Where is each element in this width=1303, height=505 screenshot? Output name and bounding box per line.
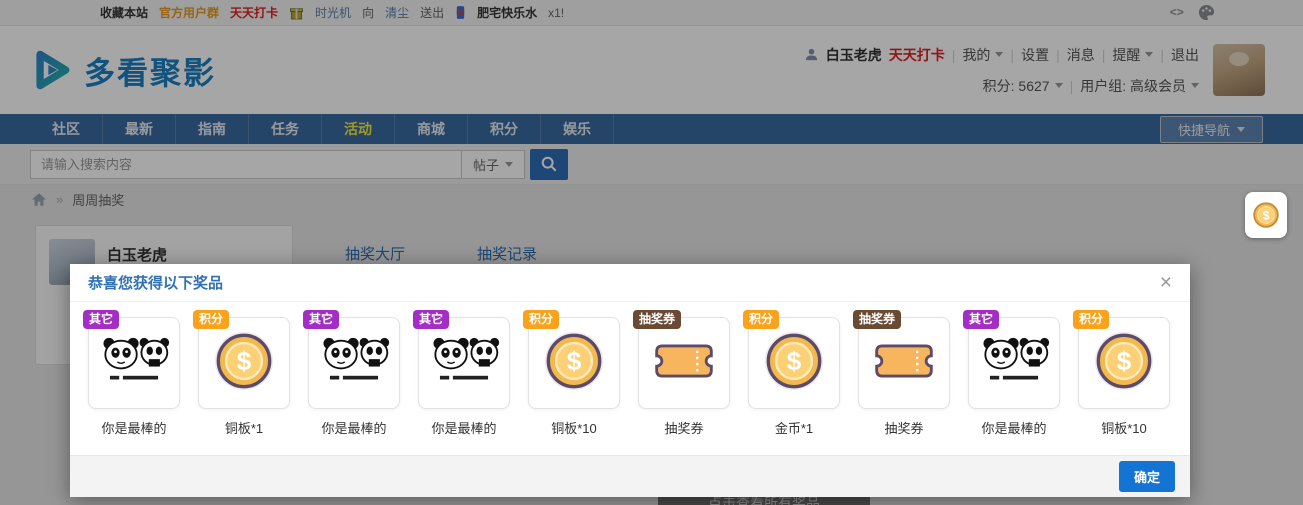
prize-modal: 恭喜您获得以下奖品 × 其它 你是最棒的 积分 $ 铜板*1 其它 你是最棒的 其它 你是最棒的… [70,264,1190,497]
prize-image-box: 其它 [963,310,1060,409]
modal-title: 恭喜您获得以下奖品 [88,275,224,292]
prize-card: 积分 $ 铜板*1 [193,310,290,437]
prize-category-badge: 抽奖券 [853,310,902,329]
svg-text:$: $ [237,346,252,376]
prize-category-badge: 其它 [413,310,450,329]
prize-card: 其它你是最棒的 [963,310,1060,437]
panda-meme-icon [97,332,171,394]
prize-image-box: 其它 [413,310,510,409]
prize-card: 积分 $ 金币*1 [743,310,840,437]
prize-category-badge: 其它 [963,310,1000,329]
prize-image-box: 其它 [83,310,180,409]
prize-image-box: 积分 $ [523,310,620,409]
confirm-button[interactable]: 确定 [1118,461,1175,492]
svg-text:$: $ [1263,208,1270,222]
gold-coin-icon: $ [543,330,605,397]
prize-card: 积分 $ 铜板*10 [1073,310,1170,437]
prize-category-badge: 积分 [1073,310,1110,329]
svg-text:$: $ [787,346,802,376]
prize-card: 其它你是最棒的 [83,310,180,437]
page: 收藏本站 官方用户群 天天打卡 时光机向清尘 送出 肥宅快乐水 x1! <> 多看聚影 白玉… [0,0,1303,505]
prize-category-badge: 其它 [83,310,120,329]
prize-label: 你是最棒的 [321,421,387,436]
prize-label: 你是最棒的 [431,421,497,436]
modal-header: 恭喜您获得以下奖品 × [70,264,1190,302]
prize-label: 抽奖券 [884,421,924,436]
panda-meme-icon [977,332,1051,394]
floating-coin-button[interactable]: $ [1245,192,1287,238]
prize-card: 积分 $ 铜板*10 [523,310,620,437]
svg-text:$: $ [567,346,582,376]
prize-category-badge: 积分 [743,310,780,329]
gold-coin-icon: $ [213,330,275,397]
prize-card: 抽奖券 抽奖券 [853,310,950,437]
prize-label: 铜板*10 [1101,421,1147,436]
gold-coin-icon: $ [1093,330,1155,397]
prize-label: 抽奖券 [664,421,704,436]
panda-meme-icon [427,332,501,394]
panda-meme-icon [317,332,391,394]
gold-coin-icon: $ [763,330,825,397]
lottery-ticket-icon [871,336,937,391]
prize-image-box: 积分 $ [1073,310,1170,409]
prize-label: 你是最棒的 [981,421,1047,436]
prize-card: 抽奖券 抽奖券 [633,310,730,437]
prize-label: 你是最棒的 [101,421,167,436]
prize-category-badge: 积分 [193,310,230,329]
prize-list: 其它 你是最棒的 积分 $ 铜板*1 其它 你是最棒的 其它 你是最棒的 积分 $ 铜板*10 抽奖券抽… [70,302,1190,437]
prize-category-badge: 积分 [523,310,560,329]
prize-card: 其它你是最棒的 [413,310,510,437]
prize-category-badge: 其它 [303,310,340,329]
lottery-ticket-icon [651,336,717,391]
prize-label: 铜板*1 [224,421,264,436]
prize-label: 铜板*10 [551,421,597,436]
prize-image-box: 积分 $ [193,310,290,409]
prize-image-box: 其它 [303,310,400,409]
prize-image-box: 抽奖券 [633,310,730,409]
coin-icon: $ [1252,201,1280,229]
prize-category-badge: 抽奖券 [633,310,682,329]
prize-image-box: 积分 $ [743,310,840,409]
close-icon[interactable]: × [1160,272,1172,293]
modal-footer: 确定 [70,455,1190,497]
svg-text:$: $ [1117,346,1132,376]
prize-label: 金币*1 [774,421,814,436]
prize-image-box: 抽奖券 [853,310,950,409]
prize-card: 其它你是最棒的 [303,310,400,437]
